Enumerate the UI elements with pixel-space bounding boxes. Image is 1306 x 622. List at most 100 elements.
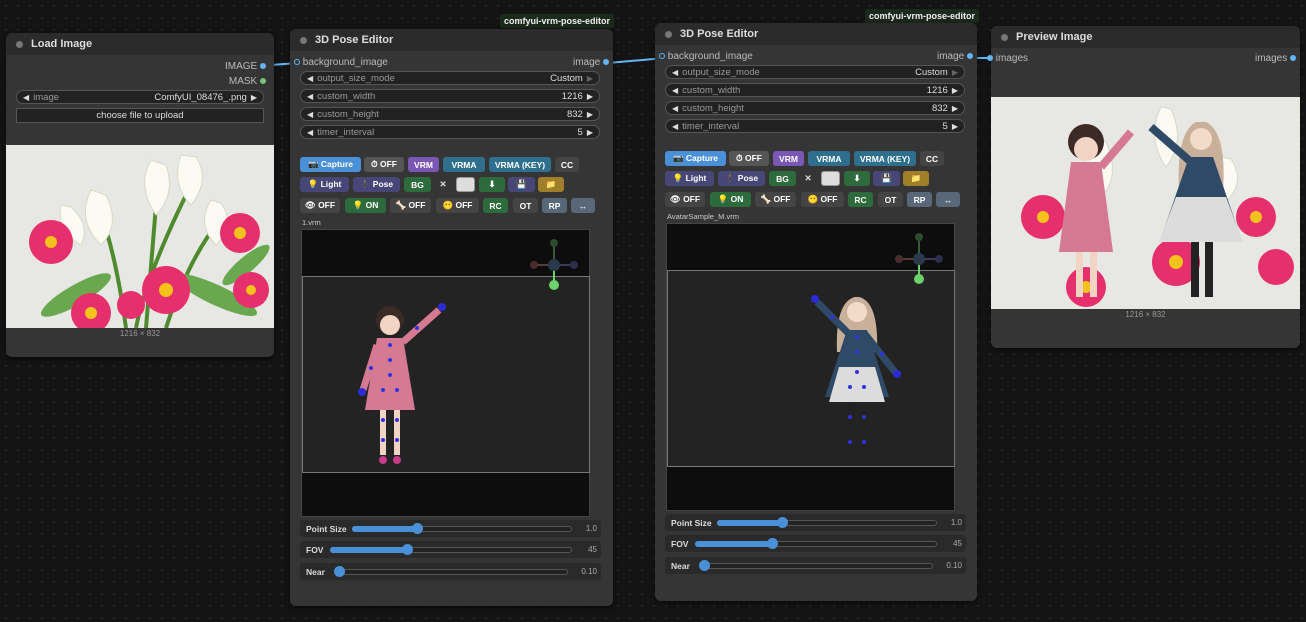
- right-arrow-icon[interactable]: ▶: [952, 86, 958, 95]
- left-arrow-icon[interactable]: ◀: [672, 104, 678, 113]
- slider-track[interactable]: [699, 562, 933, 569]
- vrma-key-button[interactable]: VRMA (KEY): [489, 157, 551, 172]
- upload-button[interactable]: choose file to upload: [16, 108, 264, 123]
- left-arrow-icon[interactable]: ◀: [307, 92, 313, 101]
- left-arrow-icon[interactable]: ◀: [672, 122, 678, 131]
- rp-button[interactable]: RP: [907, 192, 932, 207]
- fov-slider[interactable]: FOV 45: [665, 535, 966, 552]
- ot-button[interactable]: OT: [878, 192, 903, 207]
- face-toggle-button[interactable]: 😶 OFF: [436, 198, 479, 213]
- custom-width-number[interactable]: ◀ custom_width 1216 ▶: [665, 83, 965, 97]
- timer-interval-number[interactable]: ◀ timer_interval 5 ▶: [300, 125, 600, 139]
- slider-thumb[interactable]: [699, 560, 710, 571]
- folder-button[interactable]: 📁: [538, 177, 564, 192]
- swap-button[interactable]: ↔: [936, 192, 960, 207]
- light-button[interactable]: 💡 Light: [300, 177, 349, 192]
- timer-toggle-button[interactable]: ⏱ OFF: [729, 151, 769, 166]
- left-arrow-icon[interactable]: ◀: [672, 86, 678, 95]
- input-slot[interactable]: [294, 59, 300, 66]
- timer-interval-number[interactable]: ◀ timer_interval 5 ▶: [665, 119, 965, 133]
- clear-bg-button[interactable]: ✕: [799, 171, 817, 186]
- input-slot[interactable]: [987, 55, 993, 62]
- right-arrow-icon[interactable]: ▶: [587, 92, 593, 101]
- download-button[interactable]: ⬇: [844, 171, 870, 186]
- image-combo[interactable]: ◀ image ComfyUI_08476_.png ▶: [16, 90, 264, 104]
- left-arrow-icon[interactable]: ◀: [23, 93, 29, 102]
- bg-color-swatch[interactable]: [821, 171, 840, 186]
- pose-button[interactable]: 🕴 Pose: [353, 177, 400, 192]
- output-slot[interactable]: [603, 59, 609, 66]
- custom-height-number[interactable]: ◀ custom_height 832 ▶: [665, 101, 965, 115]
- load-image-node[interactable]: Load Image IMAGE MASK ◀ image ComfyUI_08…: [6, 33, 274, 357]
- clear-bg-button[interactable]: ✕: [434, 177, 452, 192]
- vrma-button[interactable]: VRMA: [443, 157, 485, 172]
- folder-button[interactable]: 📁: [903, 171, 929, 186]
- input-images[interactable]: images: [987, 53, 1028, 64]
- input-slot[interactable]: [659, 53, 665, 60]
- rc-button[interactable]: RC: [483, 198, 508, 213]
- custom-height-number[interactable]: ◀ custom_height 832 ▶: [300, 107, 600, 121]
- collapse-dot[interactable]: [300, 36, 307, 44]
- cc-button[interactable]: CC: [920, 151, 944, 166]
- left-arrow-icon[interactable]: ◀: [307, 74, 313, 83]
- slider-thumb[interactable]: [412, 523, 423, 534]
- save-button[interactable]: 💾: [873, 171, 900, 186]
- output-image[interactable]: image: [937, 51, 973, 62]
- face-toggle-button[interactable]: 😶 OFF: [801, 192, 844, 207]
- output-slot[interactable]: [1290, 55, 1296, 62]
- right-arrow-icon[interactable]: ▶: [587, 110, 593, 119]
- output-mask[interactable]: MASK: [229, 76, 266, 87]
- vrma-key-button[interactable]: VRMA (KEY): [854, 151, 916, 166]
- bone-toggle-button[interactable]: 🦴 OFF: [755, 192, 796, 207]
- right-arrow-icon[interactable]: ▶: [952, 122, 958, 131]
- left-arrow-icon[interactable]: ◀: [307, 110, 313, 119]
- output-image[interactable]: image: [573, 57, 609, 68]
- light-button[interactable]: 💡 Light: [665, 171, 714, 186]
- slider-track[interactable]: [334, 568, 568, 575]
- gizmo-icon[interactable]: [526, 235, 586, 295]
- slider-thumb[interactable]: [767, 538, 778, 549]
- pose-editor-node-2[interactable]: 3D Pose Editor background_image image ◀ o…: [655, 23, 977, 601]
- cc-button[interactable]: CC: [555, 157, 579, 172]
- pose-button[interactable]: 🕴 Pose: [718, 171, 765, 186]
- near-slider[interactable]: Near 0.10: [665, 557, 966, 574]
- slider-thumb[interactable]: [777, 517, 788, 528]
- timer-toggle-button[interactable]: ⏱ OFF: [364, 157, 404, 172]
- output-slot[interactable]: [260, 78, 266, 85]
- node-title[interactable]: Preview Image: [991, 26, 1300, 48]
- eye-toggle-button[interactable]: 👁 OFF: [300, 198, 340, 213]
- right-arrow-icon[interactable]: ▶: [587, 74, 593, 83]
- collapse-dot[interactable]: [16, 40, 23, 48]
- 3d-viewport[interactable]: [666, 223, 955, 511]
- ot-button[interactable]: OT: [513, 198, 538, 213]
- custom-width-number[interactable]: ◀ custom_width 1216 ▶: [300, 89, 600, 103]
- vrma-button[interactable]: VRMA: [808, 151, 850, 166]
- fov-slider[interactable]: FOV 45: [300, 541, 601, 558]
- rp-button[interactable]: RP: [542, 198, 567, 213]
- node-title[interactable]: 3D Pose Editor: [290, 29, 613, 51]
- bone-toggle-button[interactable]: 🦴 OFF: [390, 198, 431, 213]
- gizmo-icon[interactable]: [891, 229, 951, 289]
- save-button[interactable]: 💾: [508, 177, 535, 192]
- output-size-mode-combo[interactable]: ◀ output_size_mode Custom ▶: [665, 65, 965, 79]
- left-arrow-icon[interactable]: ◀: [672, 68, 678, 77]
- 3d-viewport[interactable]: [301, 229, 590, 517]
- output-images[interactable]: images: [1255, 53, 1296, 64]
- eye-toggle-button[interactable]: 👁 OFF: [665, 192, 705, 207]
- node-title[interactable]: Load Image: [6, 33, 274, 55]
- collapse-dot[interactable]: [1001, 33, 1008, 41]
- rc-button[interactable]: RC: [848, 192, 873, 207]
- vrm-button[interactable]: VRM: [773, 151, 804, 166]
- pose-editor-node-1[interactable]: 3D Pose Editor background_image image ◀ o…: [290, 29, 613, 606]
- near-slider[interactable]: Near 0.10: [300, 563, 601, 580]
- download-button[interactable]: ⬇: [479, 177, 505, 192]
- right-arrow-icon[interactable]: ▶: [952, 104, 958, 113]
- light-toggle-button[interactable]: 💡 ON: [345, 198, 386, 213]
- bg-color-swatch[interactable]: [456, 177, 475, 192]
- capture-button[interactable]: 📷 Capture: [300, 157, 361, 172]
- point-size-slider[interactable]: Point Size 1.0: [300, 520, 601, 537]
- slider-thumb[interactable]: [334, 566, 345, 577]
- capture-button[interactable]: 📷 Capture: [665, 151, 726, 166]
- output-slot[interactable]: [967, 53, 973, 60]
- output-slot[interactable]: [260, 63, 266, 70]
